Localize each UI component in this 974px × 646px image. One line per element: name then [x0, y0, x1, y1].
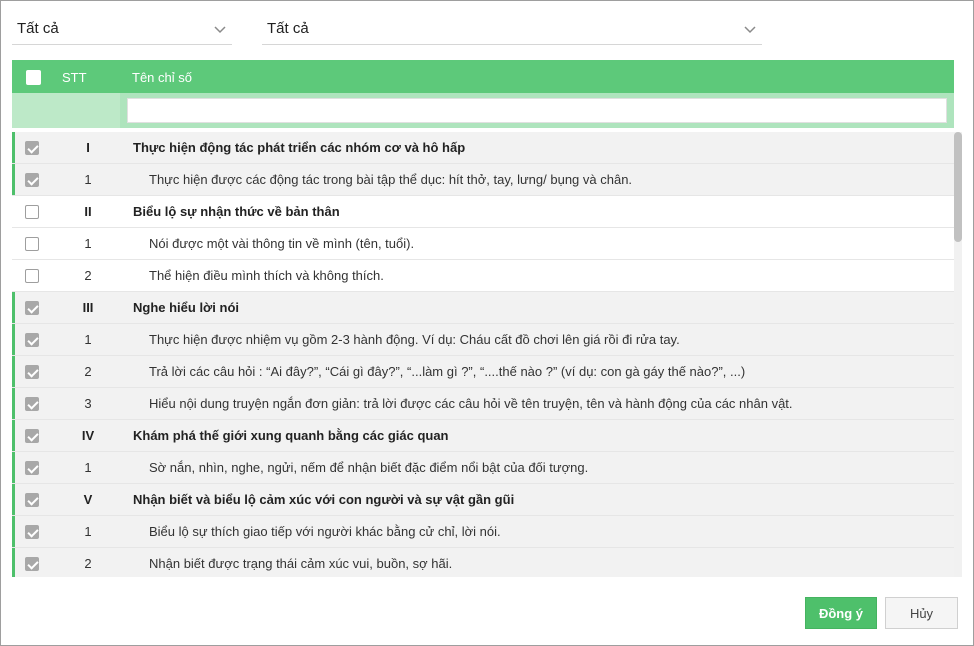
row-stt: 1 [84, 524, 92, 539]
filter-dropdown-2-value: Tất cả [267, 20, 309, 37]
row-stt: 2 [84, 364, 92, 379]
row-checkbox[interactable] [25, 461, 39, 475]
row-checkbox[interactable] [25, 365, 39, 379]
row-name: Biểu lộ sự thích giao tiếp với người khá… [149, 524, 501, 539]
row-name: Thể hiện điều mình thích và không thích. [149, 268, 384, 283]
cancel-button[interactable]: Hủy [885, 597, 958, 629]
row-name: Nhận biết và biểu lộ cảm xúc với con ngư… [133, 492, 515, 507]
row-stt: I [86, 140, 90, 155]
table-row[interactable]: I Thực hiện động tác phát triển các nhóm … [12, 132, 954, 164]
table-scrollbar[interactable] [954, 132, 962, 577]
table-row[interactable]: III Nghe hiểu lời nói [12, 292, 954, 324]
row-stt: III [82, 300, 94, 315]
row-checkbox[interactable] [25, 173, 39, 187]
row-checkbox[interactable] [25, 333, 39, 347]
row-stt: IV [81, 428, 95, 443]
table-row[interactable]: 1 Sờ nắn, nhìn, nghe, ngửi, nếm để nhận b… [12, 452, 954, 484]
row-checkbox[interactable] [25, 557, 39, 571]
name-filter-input[interactable] [127, 98, 947, 123]
table-row[interactable]: 2 Trả lời các câu hỏi : “Ai đây?”, “Cái g… [12, 356, 954, 388]
table-row[interactable]: 2 Thể hiện điều mình thích và không thích… [12, 260, 954, 292]
table-row[interactable]: 1 Thực hiện được các động tác trong bài t… [12, 164, 954, 196]
filter-dropdown-2[interactable]: Tất cả [262, 13, 762, 45]
row-checkbox[interactable] [25, 237, 39, 251]
row-checkbox[interactable] [25, 429, 39, 443]
column-header-stt: STT [62, 70, 87, 85]
row-name: Nhận biết được trạng thái cảm xúc vui, b… [149, 556, 453, 571]
row-name: Hiểu nội dung truyện ngắn đơn giản: trả … [149, 396, 793, 411]
row-name: Thực hiện động tác phát triển các nhóm c… [133, 140, 466, 155]
row-stt: V [83, 492, 93, 507]
row-checkbox[interactable] [25, 493, 39, 507]
table-row[interactable]: IV Khám phá thế giới xung quanh bằng các … [12, 420, 954, 452]
chevron-down-icon [214, 25, 226, 33]
row-stt: 1 [84, 172, 92, 187]
row-name: Nghe hiểu lời nói [133, 300, 240, 315]
table-row[interactable]: 1 Nói được một vài thông tin về mình (tên… [12, 228, 954, 260]
row-checkbox[interactable] [25, 525, 39, 539]
row-name: Thực hiện được nhiệm vụ gồm 2-3 hành độn… [149, 332, 680, 347]
row-stt: 1 [84, 236, 92, 251]
row-stt: 2 [84, 268, 92, 283]
dialog-frame: Tất cả Tất cả STT Tên chỉ số I Thực hiện … [0, 0, 974, 646]
filter-dropdown-1[interactable]: Tất cả [12, 13, 232, 45]
chevron-down-icon [744, 25, 756, 33]
row-checkbox[interactable] [25, 397, 39, 411]
row-name: Biểu lộ sự nhận thức về bản thân [133, 204, 340, 219]
row-stt: II [84, 204, 92, 219]
row-stt: 1 [84, 460, 92, 475]
row-name: Trả lời các câu hỏi : “Ai đây?”, “Cái gì… [149, 364, 746, 379]
table-row[interactable]: 1 Biểu lộ sự thích giao tiếp với người kh… [12, 516, 954, 548]
scrollbar-thumb[interactable] [954, 132, 962, 242]
row-name: Khám phá thế giới xung quanh bằng các gi… [133, 428, 449, 443]
column-header-name: Tên chỉ số [132, 70, 192, 85]
table-body: I Thực hiện động tác phát triển các nhóm … [12, 132, 954, 577]
table-row[interactable]: V Nhận biết và biểu lộ cảm xúc với con ng… [12, 484, 954, 516]
filter-dropdown-1-value: Tất cả [17, 20, 59, 37]
filter-row [12, 93, 954, 128]
ok-button[interactable]: Đồng ý [805, 597, 877, 629]
row-checkbox[interactable] [25, 205, 39, 219]
table-row[interactable]: 2 Nhận biết được trạng thái cảm xúc vui, … [12, 548, 954, 577]
row-name: Sờ nắn, nhìn, nghe, ngửi, nếm để nhận bi… [149, 460, 589, 475]
row-checkbox[interactable] [25, 269, 39, 283]
row-name: Nói được một vài thông tin về mình (tên,… [149, 236, 415, 251]
select-all-checkbox[interactable] [26, 70, 41, 85]
table-row[interactable]: 1 Thực hiện được nhiệm vụ gồm 2-3 hành độ… [12, 324, 954, 356]
row-checkbox[interactable] [25, 141, 39, 155]
row-stt: 3 [84, 396, 92, 411]
table-header: STT Tên chỉ số [12, 60, 954, 93]
indicator-table: STT Tên chỉ số I Thực hiện động tác phát … [12, 60, 954, 577]
row-checkbox[interactable] [25, 301, 39, 315]
row-stt: 1 [84, 332, 92, 347]
table-row[interactable]: 3 Hiểu nội dung truyện ngắn đơn giản: trả… [12, 388, 954, 420]
row-stt: 2 [84, 556, 92, 571]
table-row[interactable]: II Biểu lộ sự nhận thức về bản thân [12, 196, 954, 228]
filter-row-stub [12, 93, 120, 128]
row-name: Thực hiện được các động tác trong bài tậ… [149, 172, 633, 187]
